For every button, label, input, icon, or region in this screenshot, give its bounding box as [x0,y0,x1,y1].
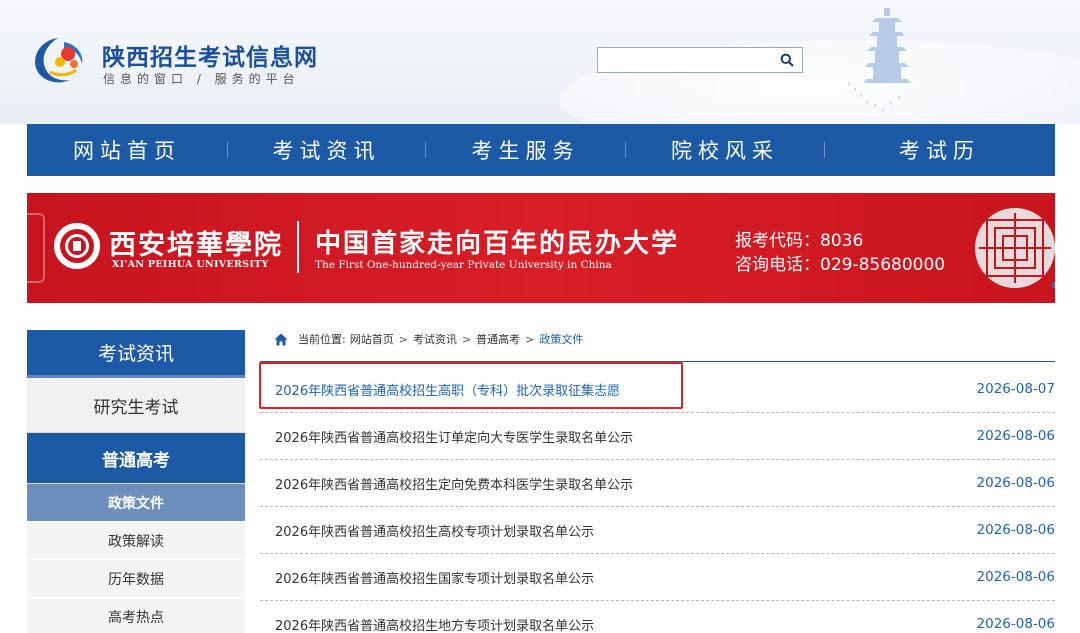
sidebar-subitem-hot-topics[interactable]: 高考热点 [27,598,245,633]
nav-item-home[interactable]: 网站首页 [27,124,227,176]
news-title-link[interactable]: 2026年陕西省普通高校招生高职（专科）批次录取征集志愿 [275,380,620,399]
news-title-link[interactable]: 2026年陕西省普通高校招生订单定向大专医学生录取名单公示 [275,427,633,446]
breadcrumb-separator: > [525,332,535,346]
breadcrumb-separator: > [461,332,472,346]
nav-item-exam-news[interactable]: 考试资讯 [228,124,425,176]
nav-item-university[interactable]: 院校风采 [626,124,824,176]
search-icon [780,53,794,67]
breadcrumb-item-home[interactable]: 网站首页 [350,331,394,347]
site-title[interactable]: 陕西招生考试信息网 [102,38,318,72]
news-row: 2026年陕西省普通高校招生定向免费本科医学生录取名单公示 2026-08-06 [260,460,1055,507]
news-date: 2026-08-06 [976,428,1055,444]
breadcrumb-item-exam-news[interactable]: 考试资讯 [413,331,457,347]
news-row: 2026年陕西省普通高校招生订单定向大专医学生录取名单公示 2026-08-06 [260,413,1055,460]
seal-pattern-icon [975,208,1055,288]
news-date: 2026-08-06 [976,522,1055,538]
breadcrumb-separator: > [398,332,408,346]
banner-pattern-left [27,213,45,283]
news-title-link[interactable]: 2026年陕西省普通高校招生国家专项计划录取名单公示 [275,568,594,587]
pagoda-illustration-icon [848,8,911,111]
university-name: 西安培華學院 [109,230,283,261]
news-row: 2026年陕西省普通高校招生高校专项计划录取名单公示 2026-08-06 [260,507,1055,554]
search-button[interactable] [776,50,798,70]
search-input[interactable] [600,50,770,70]
university-name-en: XI'AN PEIHUA UNIVERSITY [112,259,269,270]
search-box [597,47,803,73]
ad-banner[interactable]: 西安培華學院 XI'AN PEIHUA UNIVERSITY 中国首家走向百年的… [27,193,1055,303]
news-date: 2026-08-06 [976,569,1055,585]
university-emblem-icon [54,223,100,269]
news-title-link[interactable]: 2026年陕西省普通高校招生地方专项计划录取名单公示 [275,615,594,633]
banner-slogan: 中国首家走向百年的民办大学 [315,229,680,259]
site-header: 陕西招生考试信息网 信息的窗口 / 服务的平台 [0,0,1080,124]
sidebar-subitem-historical-data[interactable]: 历年数据 [27,560,245,598]
banner-slogan-en: The First One-hundred-year Private Unive… [315,259,612,271]
breadcrumb: 当前位置: 网站首页 > 考试资讯 > 普通高考 > 政策文件 [274,331,583,347]
news-row: 2026年陕西省普通高校招生地方专项计划录取名单公示 2026-08-06 [260,601,1055,633]
sidebar-subitem-policy-docs[interactable]: 政策文件 [27,484,245,522]
news-row: 2026年陕西省普通高校招生高职（专科）批次录取征集志愿 2026-08-07 [260,366,1055,413]
news-title-link[interactable]: 2026年陕西省普通高校招生高校专项计划录取名单公示 [275,521,594,540]
nav-item-exam-calendar[interactable]: 考试历 [825,124,1054,176]
news-row: 2026年陕西省普通高校招生国家专项计划录取名单公示 2026-08-06 [260,554,1055,601]
sidebar-subitem-policy-interpretation[interactable]: 政策解读 [27,522,245,560]
sidebar-item-graduate-exam[interactable]: 研究生考试 [27,378,245,433]
news-date: 2026-08-06 [976,475,1055,491]
news-list: 2026年陕西省普通高校招生高职（专科）批次录取征集志愿 2026-08-07 … [260,366,1055,633]
banner-admission-code: 报考代码：8036 [735,231,864,251]
breadcrumb-item-current[interactable]: 政策文件 [539,331,583,347]
news-title-link[interactable]: 2026年陕西省普通高校招生定向免费本科医学生录取名单公示 [275,474,633,493]
sidebar-heading: 考试资讯 [27,330,245,378]
news-date: 2026-08-06 [976,616,1055,632]
site-slogan: 信息的窗口 / 服务的平台 [103,72,300,86]
news-date: 2026-08-07 [976,381,1055,397]
breadcrumb-prefix: 当前位置: [298,333,346,346]
home-icon[interactable] [274,333,288,346]
banner-phone: 咨询电话：029-85680000 [735,255,946,275]
banner-divider [297,221,299,273]
nav-item-candidate-service[interactable]: 考生服务 [426,124,625,176]
sidebar-item-gaokao[interactable]: 普通高考 [27,433,245,484]
content-top-divider [260,361,1055,362]
main-nav: 网站首页 考试资讯 考生服务 院校风采 考试历 [27,124,1055,176]
breadcrumb-item-gaokao[interactable]: 普通高考 [476,331,520,347]
site-logo-icon[interactable] [28,32,92,88]
sidebar: 考试资讯 研究生考试 普通高考 政策文件 政策解读 历年数据 高考热点 [27,330,245,633]
